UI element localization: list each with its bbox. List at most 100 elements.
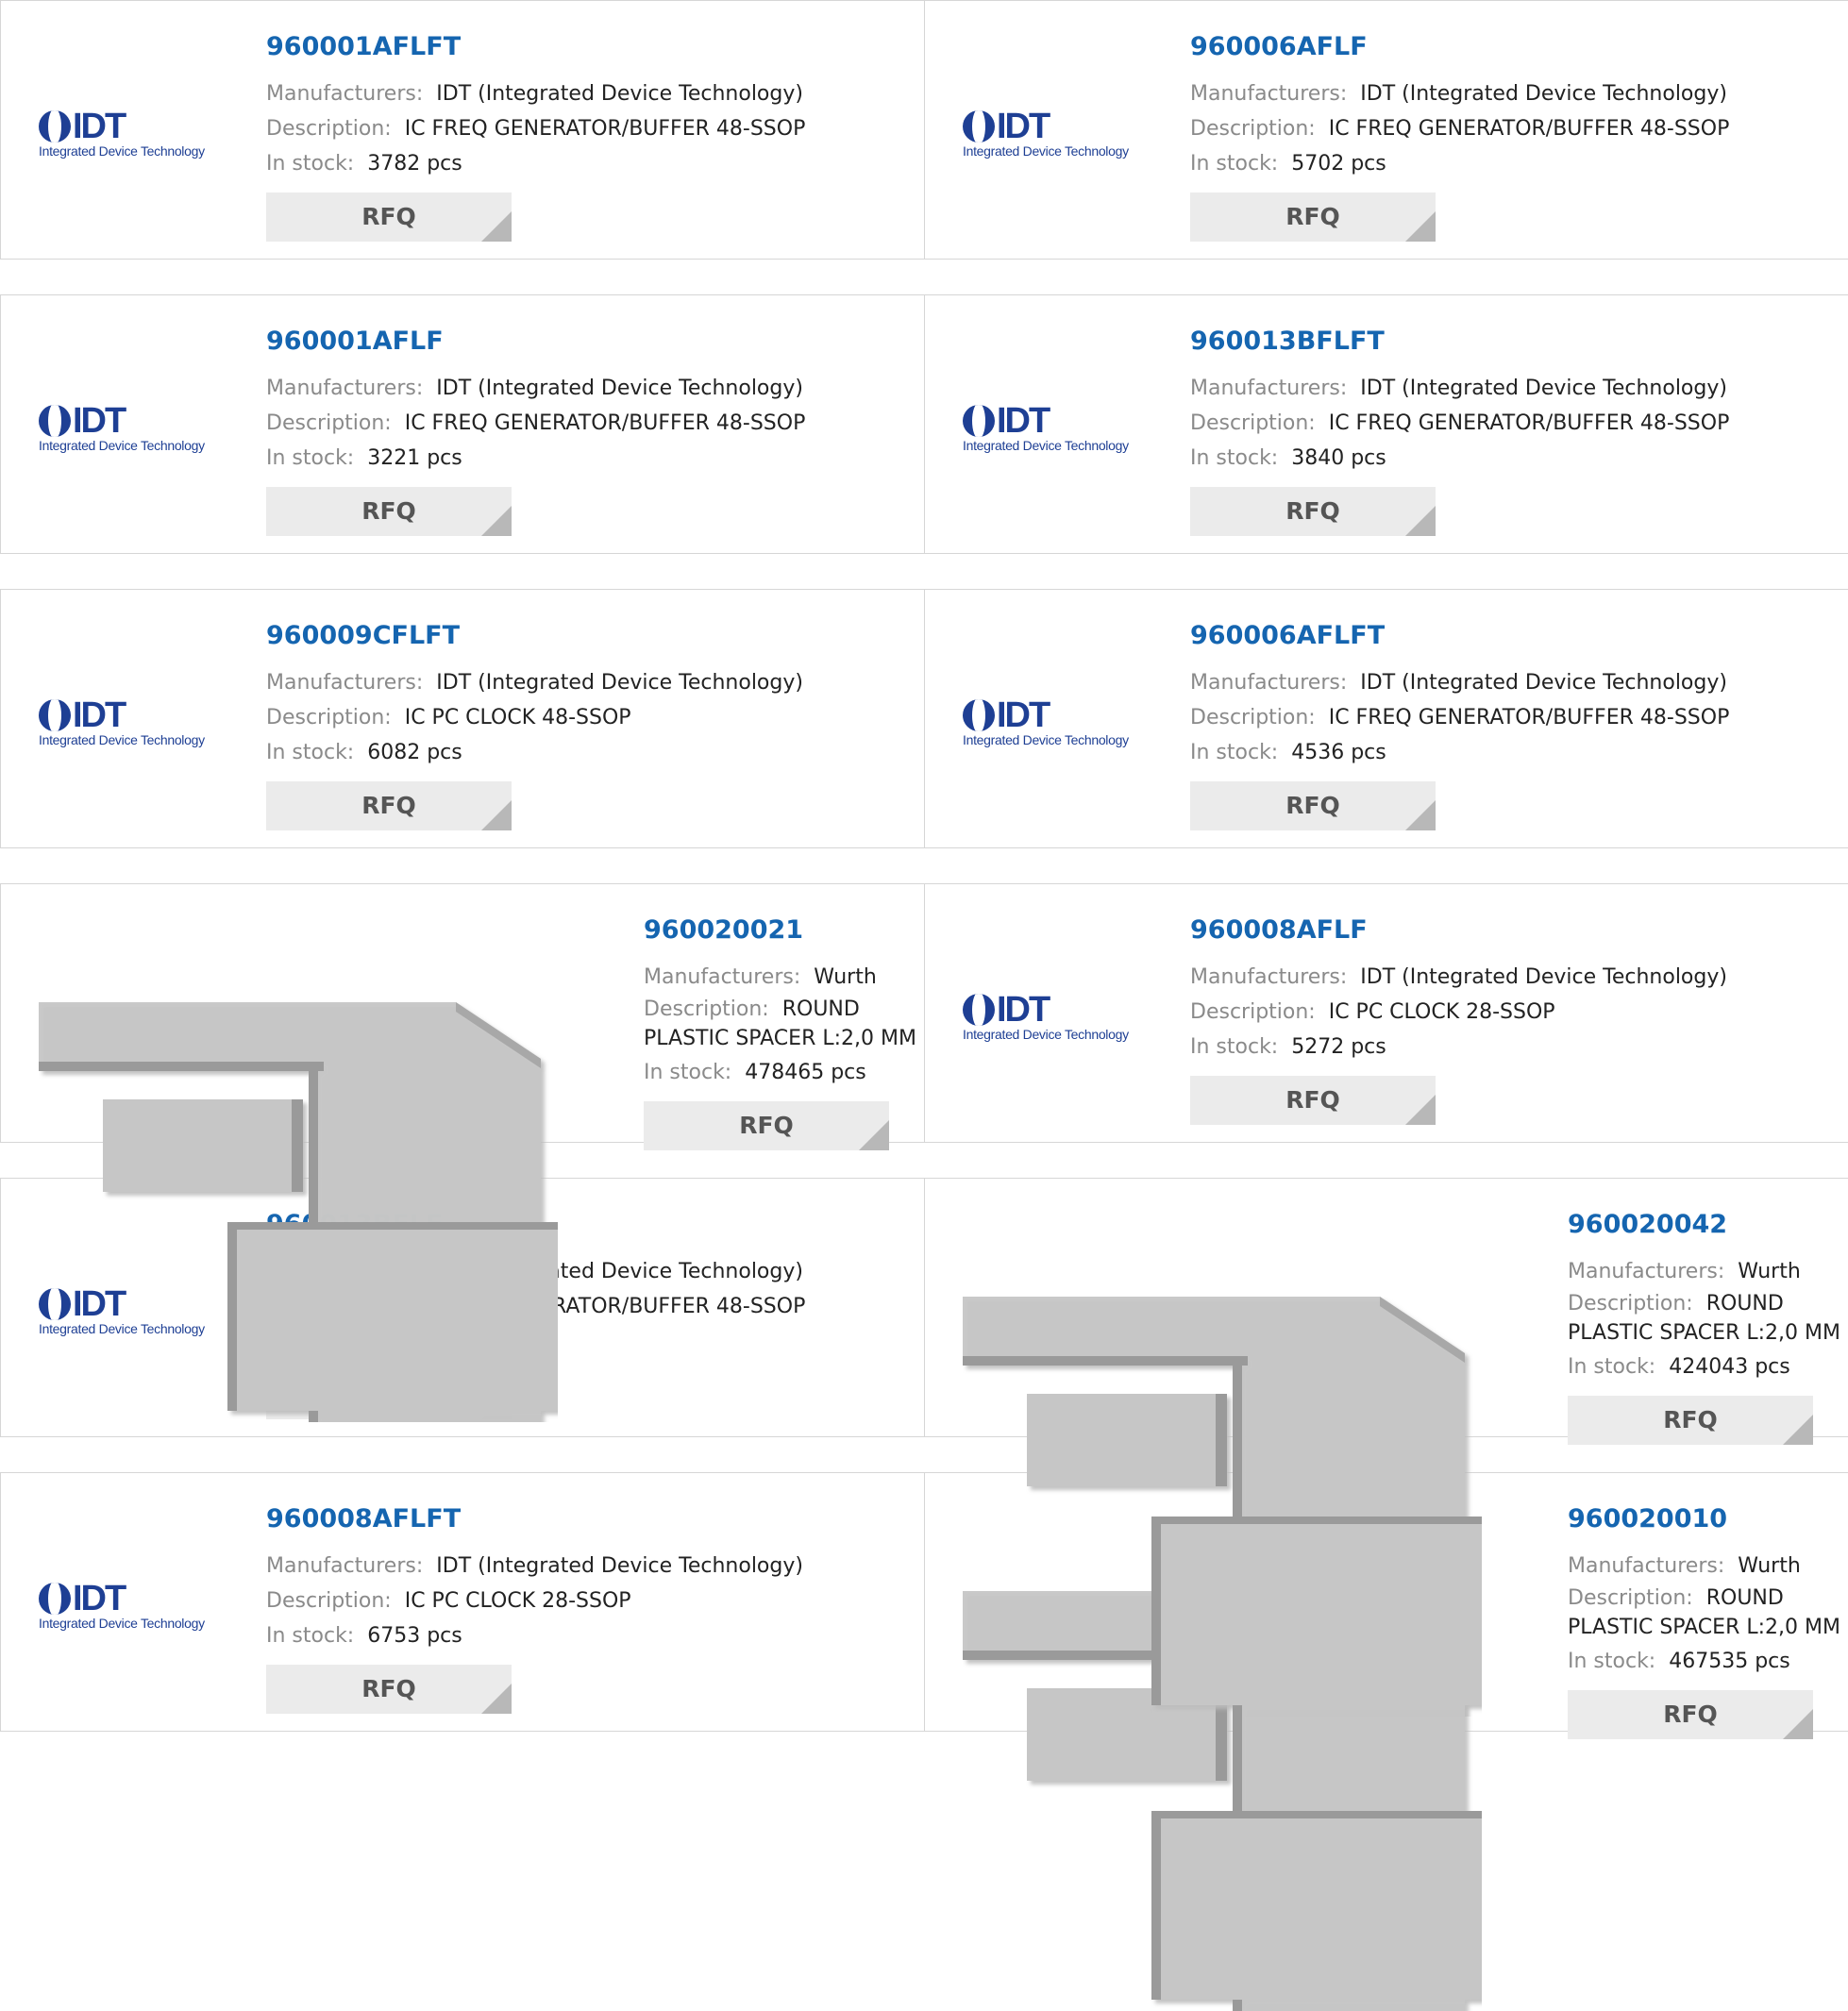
logo-tagline: Integrated Device Technology [39,1321,205,1336]
rfq-button[interactable]: RFQ [266,1665,512,1714]
rfq-button[interactable]: RFQ [1190,193,1436,242]
manufacturer-logo: IDT Integrated Device Technology [39,1580,232,1636]
rfq-button[interactable]: RFQ [266,487,512,536]
in-stock-label: In stock: [266,741,355,764]
part-number-link[interactable]: 960001AFLF [266,324,805,360]
product-card-960020021: 960020021 Manufacturers: Wurth Descriptio… [0,883,925,1422]
rfq-button[interactable]: RFQ [266,193,512,242]
logo-brand: IDT [73,1284,126,1324]
description-value: IC FREQ GENERATOR/BUFFER 48-SSOP [1328,706,1730,729]
in-stock-label: In stock: [1568,1650,1656,1673]
rfq-button[interactable]: RFQ [266,1370,512,1419]
logo-brand: IDT [997,695,1050,735]
rfq-button[interactable]: RFQ [1190,487,1436,536]
description-label: Description: [1190,411,1316,435]
description-value: IC FREQ GENERATOR/BUFFER 48-SSOP [1328,117,1730,141]
product-info: 960006AFLFT Manufacturers: IDT (Integrate… [1190,618,1729,830]
manufacturer-value: IDT (Integrated Device Technology) [1360,82,1727,106]
manufacturer-row: Manufacturers: IDT (Integrated Device Tec… [1190,76,1729,111]
stock-value: 3840 pcs [1291,446,1386,470]
rfq-button[interactable]: RFQ [1190,781,1436,830]
manufacturer-logo: IDT Integrated Device Technology [39,696,232,753]
in-stock-label: In stock: [266,1330,355,1353]
part-number-link[interactable]: 960013BFLF [266,1207,805,1243]
description-row: Description: IC FREQ GENERATOR/BUFFER 48-… [1190,700,1729,735]
product-info: 960001AFLFT Manufacturers: IDT (Integrate… [266,29,805,242]
stock-value: 5702 pcs [1291,152,1386,176]
part-number-link[interactable]: 960001AFLFT [266,29,805,65]
part-number-link[interactable]: 960020010 [1568,1501,1843,1537]
product-card-960008AFLF: IDT Integrated Device Technology 960008A… [924,883,1848,1143]
manufacturer-value: Wurth [1738,1554,1801,1578]
description-value: IC FREQ GENERATOR/BUFFER 48-SSOP [1328,411,1730,435]
part-number-link[interactable]: 960006AFLF [1190,29,1729,65]
idt-logo-icon [39,405,71,437]
idt-logo-icon [963,994,995,1026]
description-row: Description: IC FREQ GENERATOR/BUFFER 48-… [266,111,805,146]
product-info: 960013BFLFT Manufacturers: IDT (Integrate… [1190,324,1729,536]
part-number-link[interactable]: 960008AFLFT [266,1501,803,1537]
manufacturer-logo: IDT Integrated Device Technology [39,108,232,164]
manufacturer-row: Manufacturers: IDT (Integrated Device Tec… [1190,960,1727,995]
product-info: 960020021 Manufacturers: Wurth Descriptio… [644,913,919,1150]
description-row: Description: IC FREQ GENERATOR/BUFFER 48-… [266,1289,805,1324]
idt-logo-icon [39,1288,71,1320]
manufacturer-row: Manufacturers: IDT (Integrated Device Tec… [266,76,805,111]
manufacturers-label: Manufacturers: [266,1260,424,1283]
manufacturer-row: Manufacturers: IDT (Integrated Device Tec… [1190,665,1729,700]
description-label: Description: [266,411,392,435]
manufacturers-label: Manufacturers: [1190,377,1348,400]
part-number-link[interactable]: 960020021 [644,913,919,948]
stock-value: 3221 pcs [367,446,462,470]
manufacturer-logo: IDT Integrated Device Technology [39,1285,232,1342]
manufacturers-label: Manufacturers: [266,1554,424,1578]
stock-value: 478465 pcs [745,1061,866,1084]
rfq-button[interactable]: RFQ [1190,1076,1436,1125]
part-number-link[interactable]: 960020042 [1568,1207,1843,1243]
idt-logo-icon [963,110,995,142]
in-stock-label: In stock: [644,1061,732,1084]
stock-row: In stock: 5702 pcs [1190,146,1729,181]
in-stock-label: In stock: [1568,1355,1656,1379]
manufacturer-value: IDT (Integrated Device Technology) [436,82,803,106]
stock-value: 3533 pcs [367,1330,462,1353]
idt-logo-icon [39,699,71,731]
manufacturers-label: Manufacturers: [266,82,424,106]
rfq-button[interactable]: RFQ [1568,1396,1813,1445]
logo-tagline: Integrated Device Technology [39,438,205,453]
logo-brand: IDT [73,401,126,441]
manufacturer-row: Manufacturers: IDT (Integrated Device Tec… [266,1549,803,1584]
rfq-button[interactable]: RFQ [266,781,512,830]
description-row: Description: IC FREQ GENERATOR/BUFFER 48-… [266,406,805,441]
stock-row: In stock: 4536 pcs [1190,735,1729,770]
stock-row: In stock: 478465 pcs [644,1055,919,1090]
part-number-link[interactable]: 960008AFLF [1190,913,1727,948]
manufacturer-row: Manufacturers: Wurth [1568,1254,1843,1289]
logo-brand: IDT [73,1579,126,1618]
manufacturers-label: Manufacturers: [266,671,424,695]
manufacturer-row: Manufacturers: IDT (Integrated Device Tec… [266,665,803,700]
manufacturer-row: Manufacturers: Wurth [644,960,919,995]
description-row: Description: IC PC CLOCK 28-SSOP [1190,995,1727,1030]
description-row: Description: ROUND PLASTIC SPACER L:2,0 M… [1568,1289,1843,1348]
logo-tagline: Integrated Device Technology [39,1616,205,1631]
in-stock-label: In stock: [1190,152,1279,176]
logo-tagline: Integrated Device Technology [963,438,1129,453]
manufacturer-logo: IDT Integrated Device Technology [963,991,1156,1047]
part-number-link[interactable]: 960009CFLFT [266,618,803,654]
description-value: IC PC CLOCK 48-SSOP [404,706,631,729]
logo-tagline: Integrated Device Technology [963,1027,1129,1042]
rfq-button[interactable]: RFQ [1568,1690,1813,1739]
in-stock-label: In stock: [266,152,355,176]
description-label: Description: [1568,1292,1693,1316]
logo-tagline: Integrated Device Technology [963,143,1129,159]
manufacturer-logo: IDT Integrated Device Technology [963,696,1156,753]
part-number-link[interactable]: 960006AFLFT [1190,618,1729,654]
stock-value: 5272 pcs [1291,1035,1386,1059]
part-number-link[interactable]: 960013BFLFT [1190,324,1729,360]
stock-row: In stock: 467535 pcs [1568,1644,1843,1679]
description-value: IC FREQ GENERATOR/BUFFER 48-SSOP [404,117,806,141]
rfq-button[interactable]: RFQ [644,1101,889,1150]
description-label: Description: [644,997,769,1021]
stock-row: In stock: 5272 pcs [1190,1030,1727,1064]
